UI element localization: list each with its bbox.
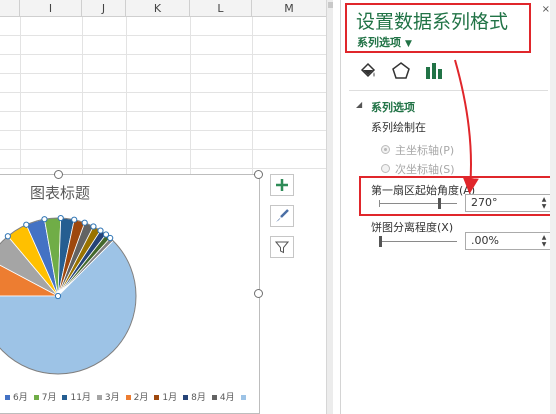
tab-separator	[349, 90, 548, 91]
explosion-spinner[interactable]: .00% ▲ ▼	[465, 232, 551, 250]
series-options-tab[interactable]	[421, 58, 447, 84]
highlight-box-title	[345, 3, 531, 53]
explosion-slider-thumb[interactable]	[379, 236, 382, 247]
paint-bucket-icon	[360, 62, 376, 78]
legend-swatch	[240, 395, 246, 400]
legend-entry[interactable]: 1月	[154, 390, 177, 403]
legend-entry[interactable]: 6月	[5, 390, 28, 403]
effects-tab[interactable]	[388, 58, 414, 84]
secondary-axis-label: 次坐标轴(S)	[395, 163, 455, 176]
legend-entry[interactable]: 11月	[62, 390, 91, 403]
chart-styles-button[interactable]	[270, 205, 294, 227]
column-header-K[interactable]: K	[126, 0, 190, 17]
column-header-J[interactable]: J	[82, 0, 126, 17]
legend-label: 4月	[219, 393, 235, 403]
primary-axis-radio[interactable]	[381, 145, 390, 154]
legend-swatch	[183, 395, 189, 400]
column-header-bar: I J K L M	[0, 0, 326, 17]
explosion-value: .00%	[471, 234, 499, 247]
legend-label: 7月	[41, 393, 57, 403]
pane-close-button[interactable]: ×	[542, 4, 550, 15]
legend-label: 11月	[70, 393, 91, 403]
secondary-axis-radio[interactable]	[381, 164, 390, 173]
legend-swatch	[5, 395, 10, 400]
legend-label: 1月	[162, 393, 178, 403]
pie-explosion-label: 饼图分离程度(X)	[371, 221, 454, 234]
chart-filters-button[interactable]	[270, 236, 294, 258]
pentagon-icon	[392, 62, 410, 79]
bar-chart-icon	[426, 63, 442, 79]
legend-entry[interactable]: 2月	[125, 390, 149, 403]
format-data-series-pane: 设置数据系列格式 × 系列选项 ▼ ◢ 系列选项 系列绘制在 主坐标轴(P) 次坐…	[340, 0, 556, 414]
legend-label: 6月	[13, 393, 28, 403]
legend-entry[interactable]	[240, 393, 249, 403]
chart-area[interactable]: 图表标题 6月 7月 11月 3月 2月 1月 8月 4月	[0, 174, 260, 414]
highlight-box-angle	[359, 176, 555, 216]
selection-point[interactable]	[90, 223, 97, 230]
chart-resize-handle[interactable]	[254, 170, 263, 179]
legend-label: 3月	[104, 393, 120, 403]
vertical-scrollbar[interactable]	[326, 0, 333, 414]
pane-scrollbar[interactable]	[550, 0, 556, 414]
legend-swatch	[125, 395, 131, 400]
selection-point[interactable]	[97, 227, 104, 234]
legend-swatch	[154, 395, 160, 400]
chart-elements-button[interactable]	[270, 174, 294, 196]
selection-point[interactable]	[23, 221, 30, 228]
filter-icon	[275, 241, 289, 254]
selection-point[interactable]	[71, 216, 78, 223]
column-header-L[interactable]: L	[190, 0, 252, 17]
selection-point[interactable]	[4, 233, 11, 240]
legend-swatch	[96, 395, 102, 400]
primary-axis-label: 主坐标轴(P)	[395, 144, 455, 157]
legend-entry[interactable]: 7月	[33, 390, 57, 403]
collapse-triangle-icon[interactable]: ◢	[356, 100, 362, 109]
column-header-M[interactable]: M	[252, 0, 326, 17]
selection-point[interactable]	[41, 216, 48, 223]
spin-arrows-icon[interactable]: ▲ ▼	[540, 234, 548, 248]
legend-swatch	[62, 395, 68, 400]
legend-swatch	[33, 395, 39, 400]
brush-icon	[276, 209, 289, 222]
section-title[interactable]: 系列选项	[371, 99, 415, 115]
legend-label: 2月	[133, 393, 149, 403]
legend-entry[interactable]: 8月	[183, 390, 206, 403]
explosion-slider-track[interactable]	[379, 241, 457, 242]
plus-icon	[276, 179, 288, 191]
chart-legend[interactable]: 6月 7月 11月 3月 2月 1月 8月 4月	[0, 390, 249, 406]
selection-point[interactable]	[107, 234, 114, 242]
chart-resize-handle[interactable]	[254, 289, 263, 298]
fill-line-tab[interactable]	[355, 58, 381, 84]
column-header-partial[interactable]	[0, 0, 20, 17]
chart-title[interactable]: 图表标题	[0, 182, 119, 203]
selection-point[interactable]	[57, 214, 64, 222]
legend-entry[interactable]: 3月	[96, 390, 120, 403]
column-header-I[interactable]: I	[20, 0, 82, 17]
chart-resize-handle[interactable]	[54, 170, 63, 179]
selection-point[interactable]	[81, 219, 88, 226]
pie-plot[interactable]	[0, 175, 261, 390]
legend-entry[interactable]: 4月	[211, 390, 235, 403]
worksheet[interactable]: I J K L M 图表标题 6月 7月 11月 3月 2月 1月 8月 4月	[0, 0, 333, 414]
plot-series-on-label: 系列绘制在	[371, 121, 426, 134]
selection-point[interactable]	[54, 292, 62, 300]
legend-label: 8月	[191, 393, 206, 403]
legend-swatch	[211, 395, 217, 400]
